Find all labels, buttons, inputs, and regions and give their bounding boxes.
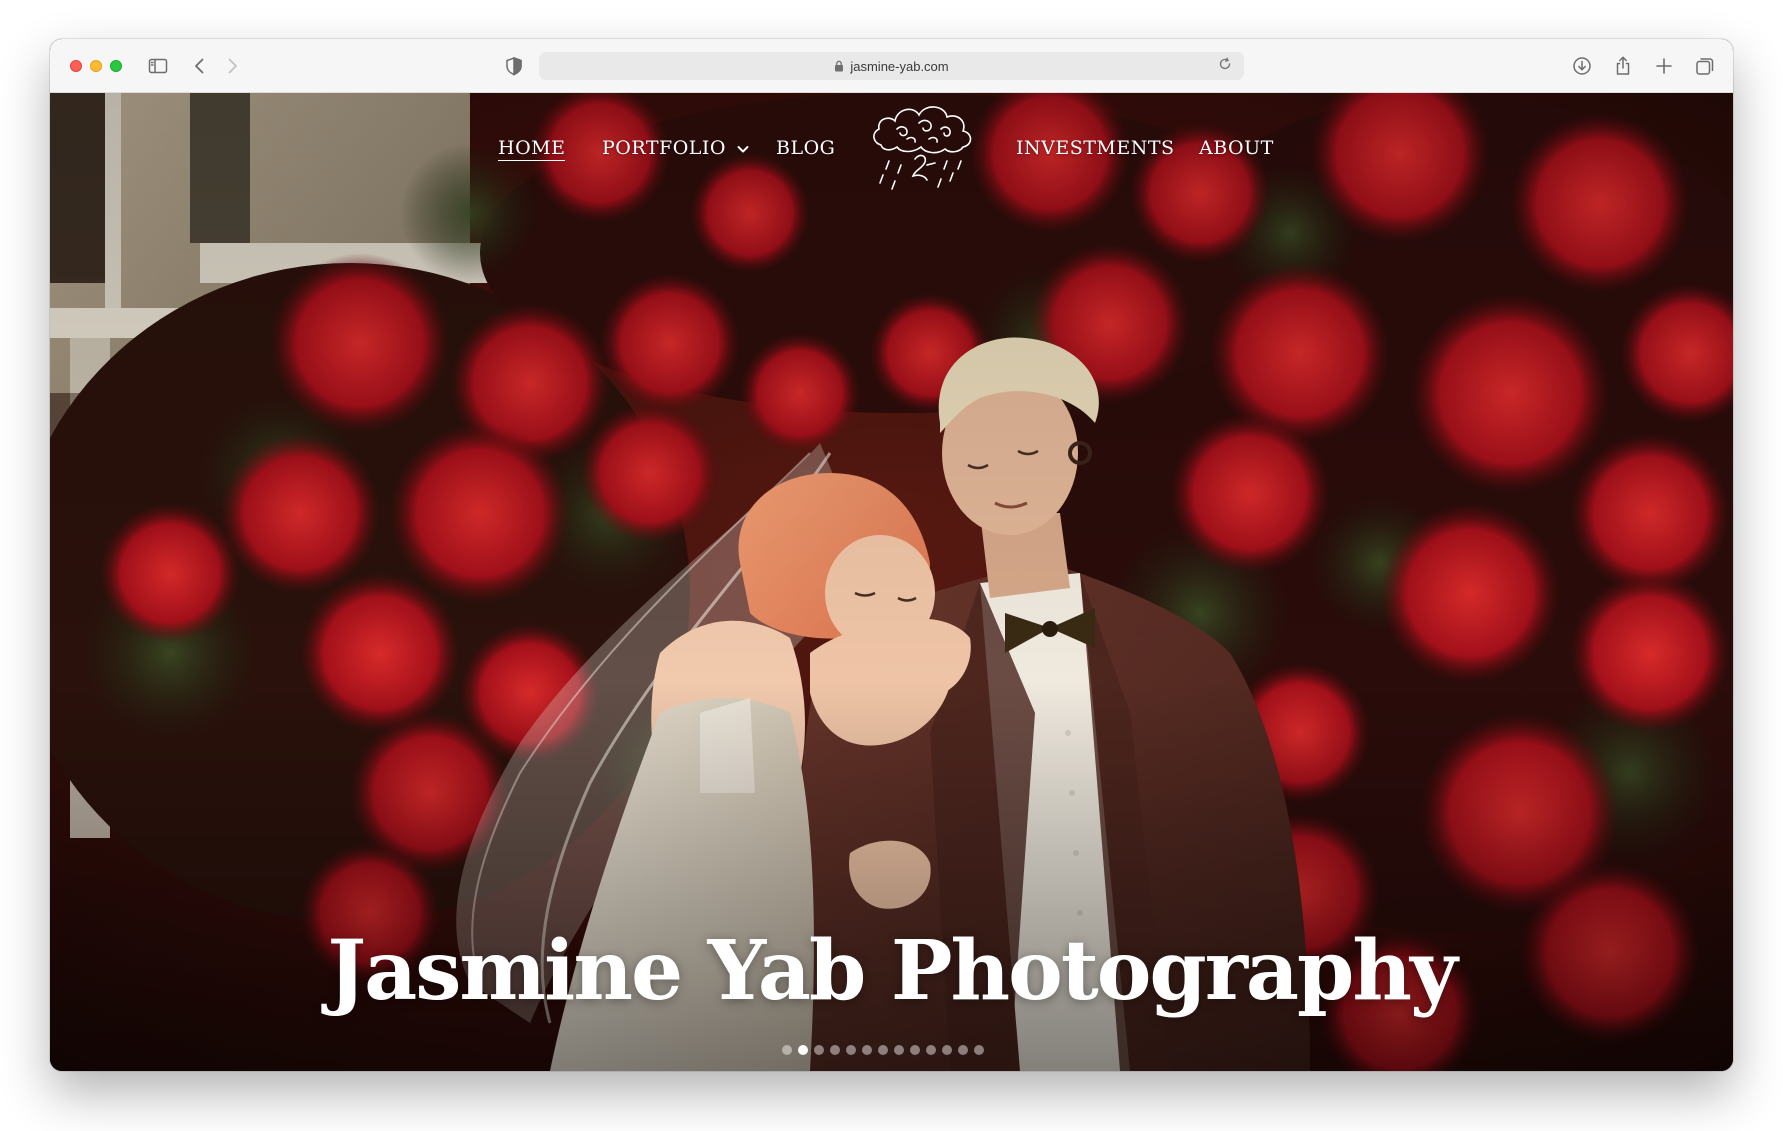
slider-dots (782, 1045, 984, 1055)
nav-portfolio-link[interactable]: PORTFOLIO (602, 137, 749, 159)
slider-dot[interactable] (958, 1045, 968, 1055)
nav-home-link[interactable]: HOME (498, 137, 566, 161)
chevron-right-icon[interactable] (220, 54, 244, 78)
nav-investments-link[interactable]: INVESTMENTS (1016, 137, 1175, 159)
website-viewport: HOME PORTFOLIO BLOG INVESTMENTS ABOUT Ja… (50, 93, 1733, 1071)
slider-dot[interactable] (830, 1045, 840, 1055)
slider-dot[interactable] (862, 1045, 872, 1055)
share-icon[interactable] (1611, 54, 1635, 78)
lock-icon (835, 60, 844, 72)
download-icon[interactable] (1570, 54, 1594, 78)
slider-dot[interactable] (814, 1045, 824, 1055)
close-window-button[interactable] (70, 60, 82, 72)
slider-dot[interactable] (910, 1045, 920, 1055)
slider-dot[interactable] (926, 1045, 936, 1055)
zoom-window-button[interactable] (110, 60, 122, 72)
minimize-window-button[interactable] (90, 60, 102, 72)
plus-icon[interactable] (1652, 54, 1676, 78)
chevron-left-icon[interactable] (188, 54, 212, 78)
shield-icon[interactable] (502, 54, 526, 78)
slider-dot[interactable] (942, 1045, 952, 1055)
nav-portfolio-label: PORTFOLIO (602, 137, 726, 159)
nav-about-link[interactable]: ABOUT (1199, 137, 1274, 159)
browser-toolbar: jasmine-yab.com (50, 39, 1733, 93)
browser-window: jasmine-yab.com HOME PORTFOLIO BLOG INVE… (50, 39, 1733, 1071)
slider-dot[interactable] (878, 1045, 888, 1055)
sidebar-icon[interactable] (146, 54, 170, 78)
reload-icon[interactable] (1218, 57, 1236, 75)
slider-dot[interactable] (782, 1045, 792, 1055)
slider-dot[interactable] (798, 1045, 808, 1055)
main-nav: HOME PORTFOLIO BLOG INVESTMENTS ABOUT (50, 93, 1733, 203)
url-text: jasmine-yab.com (850, 58, 949, 74)
chevron-down-icon (737, 145, 749, 152)
tabs-overview-icon[interactable] (1693, 54, 1717, 78)
slider-dot[interactable] (974, 1045, 984, 1055)
cloud-rain-logo-icon[interactable] (867, 95, 979, 199)
address-bar[interactable]: jasmine-yab.com (539, 52, 1244, 80)
hero-title: Jasmine Yab Photography (327, 923, 1457, 1019)
slider-dot[interactable] (846, 1045, 856, 1055)
nav-blog-link[interactable]: BLOG (776, 137, 835, 159)
slider-dot[interactable] (894, 1045, 904, 1055)
